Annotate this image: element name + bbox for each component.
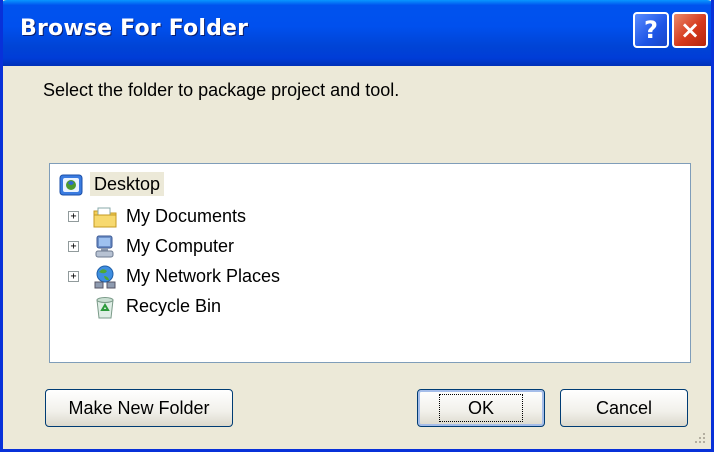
my-computer-icon — [95, 235, 114, 258]
dialog-prompt: Select the folder to package project and… — [43, 80, 400, 100]
help-button[interactable]: ? — [633, 12, 669, 48]
browse-for-folder-dialog: Browse For Folder ? × Select the folder … — [0, 0, 714, 452]
make-new-folder-button[interactable]: Make New Folder — [45, 389, 233, 427]
expand-plus-icon[interactable]: + — [68, 211, 79, 222]
cancel-button[interactable]: Cancel — [560, 389, 688, 427]
recycle-bin-icon — [96, 297, 114, 319]
my-documents-icon — [93, 207, 117, 228]
window-title: Browse For Folder — [20, 16, 249, 41]
expand-plus-icon[interactable]: + — [68, 271, 79, 282]
folder-tree[interactable]: Desktop + My Documents + My Computer + M… — [49, 163, 691, 363]
expand-plus-icon[interactable]: + — [68, 241, 79, 252]
tree-item-label: My Documents — [126, 206, 247, 226]
ok-button-label: OK — [438, 394, 523, 422]
tree-item-label: My Network Places — [126, 266, 281, 286]
close-button[interactable]: × — [672, 12, 708, 48]
desktop-icon — [59, 174, 83, 196]
resize-grip-icon[interactable] — [693, 431, 707, 445]
tree-item-label: Recycle Bin — [126, 296, 222, 316]
network-places-icon — [94, 265, 116, 289]
ok-button[interactable]: OK — [417, 389, 545, 427]
tree-item-label: My Computer — [126, 236, 235, 256]
title-bar[interactable]: Browse For Folder ? × — [3, 0, 711, 66]
tree-item-label: Desktop — [90, 172, 165, 196]
